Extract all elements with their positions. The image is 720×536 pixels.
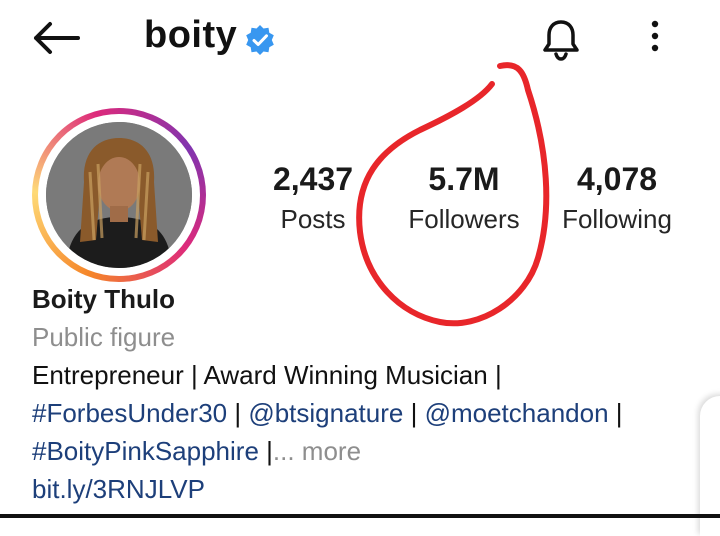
following-value: 4,078 bbox=[576, 161, 658, 197]
bio-line: #ForbesUnder30 | @btsignature | @moetcha… bbox=[32, 398, 623, 429]
hashtag-link[interactable]: #BoityPinkSapphire bbox=[32, 436, 259, 466]
mention-link[interactable]: @moetchandon bbox=[425, 398, 609, 428]
external-link[interactable]: bit.ly/3RNJLVP bbox=[32, 474, 205, 504]
bio-separator: | bbox=[608, 398, 623, 428]
bio-line: #BoityPinkSapphire |... more bbox=[32, 436, 361, 467]
followers-count[interactable]: 5.7M Followers bbox=[396, 160, 532, 236]
posts-count[interactable]: 2,437 Posts bbox=[258, 160, 368, 236]
profile-username: boity bbox=[144, 14, 238, 56]
more-vertical-icon bbox=[651, 20, 659, 52]
verified-badge-icon bbox=[246, 25, 274, 55]
following-count[interactable]: 4,078 Following bbox=[554, 160, 680, 236]
bottom-divider bbox=[0, 514, 720, 518]
profile-photo bbox=[46, 122, 192, 268]
followers-label: Followers bbox=[408, 204, 520, 234]
top-bar: boity bbox=[0, 0, 720, 80]
bio-separator: | bbox=[227, 398, 249, 428]
hashtag-link[interactable]: #ForbesUnder30 bbox=[32, 398, 227, 428]
posts-label: Posts bbox=[280, 204, 346, 234]
back-arrow-icon bbox=[34, 22, 80, 54]
bio-line: Entrepreneur | Award Winning Musician | bbox=[32, 360, 502, 390]
bio-separator: | bbox=[403, 398, 425, 428]
profile-full-name: Boity Thulo bbox=[32, 284, 175, 314]
notifications-button[interactable] bbox=[536, 14, 586, 64]
posts-value: 2,437 bbox=[272, 161, 354, 197]
followers-value: 5.7M bbox=[428, 161, 500, 197]
bio-separator: | bbox=[258, 436, 273, 466]
bio-line: bit.ly/3RNJLVP bbox=[32, 474, 205, 505]
avatar bbox=[46, 122, 192, 268]
more-options-button[interactable] bbox=[642, 16, 668, 56]
story-ring[interactable] bbox=[32, 108, 206, 282]
bell-icon bbox=[543, 20, 579, 61]
bio-more-button[interactable]: ... more bbox=[273, 436, 361, 466]
back-button[interactable] bbox=[30, 18, 82, 58]
mention-link[interactable]: @btsignature bbox=[248, 398, 403, 428]
following-label: Following bbox=[562, 204, 672, 234]
profile-category: Public figure bbox=[32, 322, 176, 352]
